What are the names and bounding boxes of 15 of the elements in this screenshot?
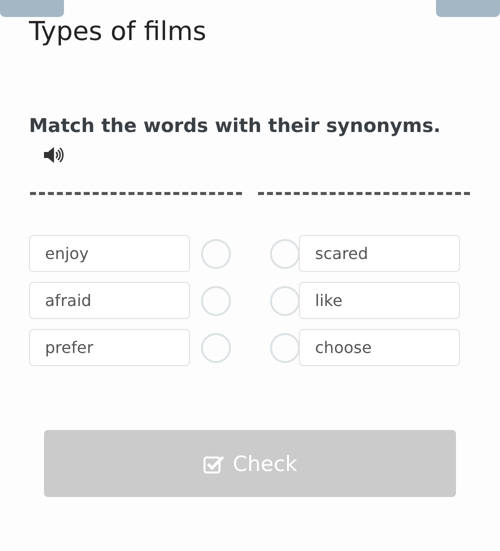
word-card[interactable]: afraid	[29, 282, 190, 319]
corner-tab[interactable]	[436, 0, 500, 17]
match-circle[interactable]	[201, 332, 231, 362]
word-card[interactable]: enjoy	[29, 235, 190, 272]
corner-tab[interactable]	[0, 0, 64, 17]
checkbox-icon	[202, 454, 225, 474]
word-card[interactable]: like	[299, 282, 460, 319]
word-card[interactable]: choose	[299, 329, 460, 366]
match-circle[interactable]	[201, 238, 231, 268]
instruction-text: Match the words with their synonyms.	[29, 114, 442, 138]
page-title: Types of films	[28, 17, 208, 47]
speaker-icon[interactable]	[43, 146, 65, 164]
word-card[interactable]: prefer	[29, 329, 190, 366]
match-circle[interactable]	[201, 286, 231, 316]
word-card[interactable]: scared	[299, 235, 460, 272]
